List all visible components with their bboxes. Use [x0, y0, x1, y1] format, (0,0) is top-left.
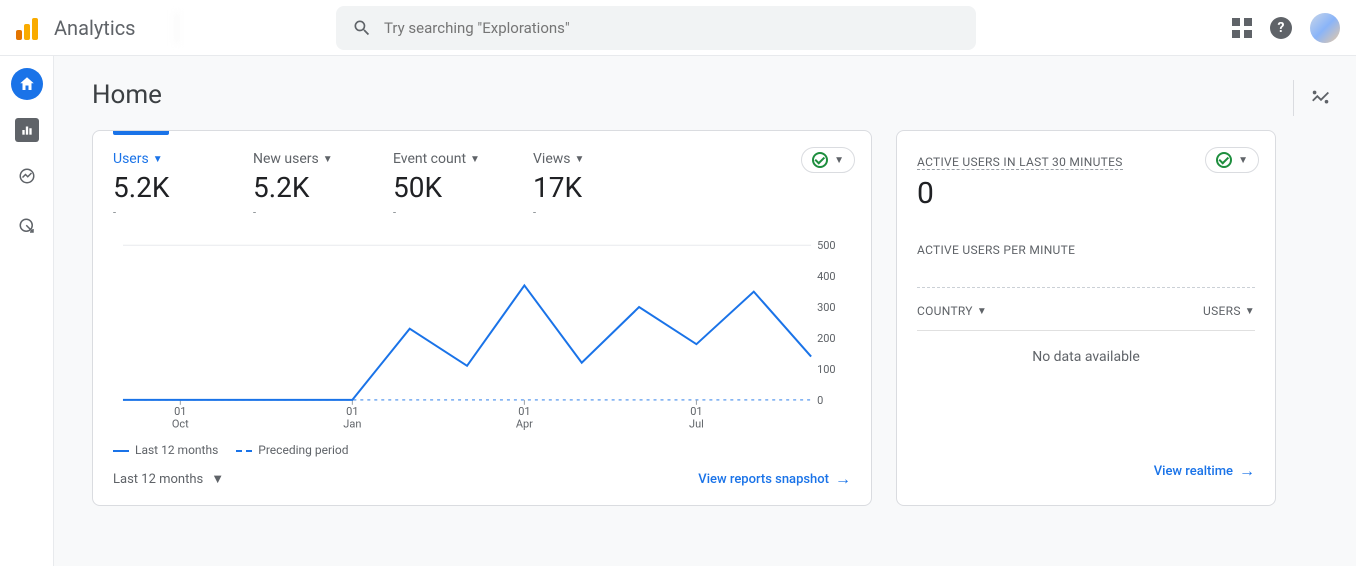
search-icon — [352, 18, 372, 38]
chevron-down-icon — [153, 154, 163, 165]
home-icon — [18, 75, 36, 93]
property-selector[interactable] — [176, 13, 326, 43]
bar-chart-icon — [20, 123, 34, 137]
svg-text:Oct: Oct — [172, 418, 189, 431]
overview-card: Users 5.2K - New users 5.2K - Event coun… — [92, 130, 872, 506]
metric-label: Event count — [393, 151, 466, 167]
check-circle-icon — [1216, 152, 1232, 168]
status-chip[interactable] — [1205, 147, 1259, 173]
status-chip[interactable] — [801, 147, 855, 173]
svg-text:500: 500 — [817, 239, 835, 252]
metric-event-count[interactable]: Event count 50K - — [393, 151, 483, 219]
chevron-down-icon — [575, 154, 585, 165]
svg-text:01: 01 — [346, 405, 358, 418]
help-icon[interactable]: ? — [1270, 17, 1292, 39]
metric-users[interactable]: Users 5.2K - — [113, 151, 203, 219]
arrow-right-icon: → — [1239, 461, 1255, 481]
check-circle-icon — [812, 152, 828, 168]
main-content: Home Users 5.2K - New users — [54, 56, 1356, 566]
chevron-down-icon — [1238, 155, 1248, 166]
legend-current: Last 12 months — [135, 443, 218, 457]
metric-delta: - — [533, 206, 623, 219]
divider — [917, 330, 1255, 331]
no-data-message: No data available — [917, 343, 1255, 371]
search-bar[interactable] — [336, 6, 976, 50]
metric-delta: - — [253, 206, 343, 219]
chevron-down-icon — [1245, 306, 1255, 317]
app-header: Analytics ? — [0, 0, 1356, 56]
svg-text:01: 01 — [690, 405, 702, 418]
user-avatar[interactable] — [1310, 13, 1340, 43]
line-chart-svg: 010020030040050001Oct01Jan01Apr01Jul — [113, 235, 851, 435]
col-country[interactable]: COUNTRY — [917, 304, 987, 318]
svg-text:400: 400 — [817, 270, 835, 283]
nav-reports[interactable] — [15, 118, 39, 142]
insights-panel-toggle[interactable] — [1293, 80, 1332, 116]
realtime-value: 0 — [917, 176, 1255, 211]
users-chart: 010020030040050001Oct01Jan01Apr01Jul — [113, 235, 851, 439]
view-realtime-link[interactable]: View realtime → — [1154, 461, 1255, 481]
active-tab-indicator — [113, 131, 169, 135]
metric-value: 50K — [393, 171, 483, 204]
svg-text:300: 300 — [817, 301, 835, 314]
chevron-down-icon — [977, 306, 987, 317]
metric-label: New users — [253, 151, 319, 167]
realtime-label: ACTIVE USERS IN LAST 30 MINUTES — [917, 155, 1123, 170]
arrow-right-icon: → — [835, 469, 851, 489]
chevron-down-icon — [834, 155, 844, 166]
svg-text:0: 0 — [817, 394, 823, 407]
link-label: View realtime — [1154, 464, 1233, 479]
explore-icon — [18, 167, 36, 185]
metric-value: 5.2K — [113, 171, 203, 204]
chevron-down-icon — [470, 154, 480, 165]
metrics-row: Users 5.2K - New users 5.2K - Event coun… — [113, 151, 851, 219]
realtime-card: ACTIVE USERS IN LAST 30 MINUTES 0 ACTIVE… — [896, 130, 1276, 506]
metric-views[interactable]: Views 17K - — [533, 151, 623, 219]
nav-advertising[interactable] — [11, 210, 43, 242]
left-nav — [0, 56, 54, 566]
target-icon — [18, 217, 36, 235]
svg-text:01: 01 — [518, 405, 530, 418]
svg-text:Jan: Jan — [343, 418, 361, 431]
metric-label: Users — [113, 151, 149, 167]
logo-area: Analytics — [16, 16, 166, 40]
nav-explore[interactable] — [11, 160, 43, 192]
chart-legend: Last 12 months Preceding period — [113, 443, 851, 457]
realtime-table-header: COUNTRY USERS — [917, 304, 1255, 318]
metric-value: 5.2K — [253, 171, 343, 204]
search-input[interactable] — [384, 19, 960, 37]
analytics-logo-icon — [16, 16, 40, 40]
chevron-down-icon — [323, 154, 333, 165]
svg-text:200: 200 — [817, 332, 835, 345]
metric-value: 17K — [533, 171, 623, 204]
realtime-subhead: ACTIVE USERS PER MINUTE — [917, 243, 1255, 257]
date-range-selector[interactable]: Last 12 months — [113, 471, 224, 487]
svg-text:01: 01 — [174, 405, 186, 418]
legend-prev: Preceding period — [258, 443, 348, 457]
metric-label: Views — [533, 151, 571, 167]
link-label: View reports snapshot — [698, 472, 829, 487]
view-reports-snapshot-link[interactable]: View reports snapshot → — [698, 469, 851, 489]
insights-icon — [1310, 87, 1332, 109]
metric-delta: - — [393, 206, 483, 219]
svg-text:100: 100 — [817, 363, 835, 376]
apps-icon[interactable] — [1232, 18, 1252, 38]
svg-text:Jul: Jul — [689, 418, 704, 431]
metric-new-users[interactable]: New users 5.2K - — [253, 151, 343, 219]
chevron-down-icon — [211, 471, 224, 487]
date-range-label: Last 12 months — [113, 472, 203, 487]
brand-name: Analytics — [54, 16, 136, 40]
metric-delta: - — [113, 206, 203, 219]
divider — [917, 287, 1255, 288]
header-actions: ? — [1232, 13, 1340, 43]
nav-home[interactable] — [11, 68, 43, 100]
col-users[interactable]: USERS — [1203, 304, 1255, 318]
svg-text:Apr: Apr — [516, 418, 533, 431]
page-title: Home — [92, 80, 1318, 110]
